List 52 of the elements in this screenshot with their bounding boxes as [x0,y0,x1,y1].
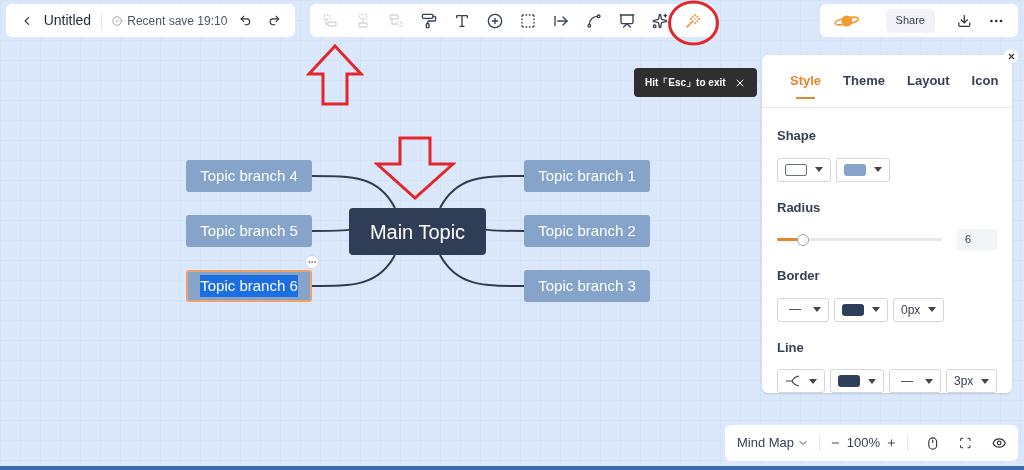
style-dropdown[interactable] [777,297,829,322]
section-title: Shape [777,127,817,145]
panel-tab[interactable]: Icon [971,63,999,99]
redo-icon[interactable] [268,13,281,28]
arrow-up-annotation [306,44,364,106]
saved-check-icon [112,14,123,27]
style-dropdown[interactable] [777,157,831,182]
radius-value-field[interactable]: 6 [957,229,997,250]
style-dropdown[interactable] [777,369,825,393]
color-dropdown[interactable] [830,369,884,393]
caret-icon [872,307,880,312]
style-dropdown[interactable] [889,369,941,393]
slider-track[interactable] [777,233,942,246]
save-status: Recent save 19:10 [127,12,228,30]
zoom-in-icon[interactable] [886,437,897,449]
color-dropdown[interactable] [834,297,888,322]
more-options-icon[interactable] [305,255,319,269]
caret-icon [874,167,882,172]
mouse-icon[interactable] [925,435,940,451]
download-icon[interactable] [956,12,972,29]
caret-icon [925,378,933,384]
caret-icon [813,307,821,312]
rectangle-shape-icon [785,163,807,176]
caret-icon [981,378,990,384]
fullscreen-icon[interactable] [959,436,972,450]
caret-icon [868,378,876,384]
caret-icon [809,378,817,384]
zoom-level: 100% [846,434,880,453]
solid-line-icon [901,380,913,382]
caret-icon [815,167,823,172]
undo-icon[interactable] [239,13,253,28]
exit-hint-tooltip: Hit「Esc」to exit [634,68,757,97]
solid-line-icon [789,309,801,310]
share-button[interactable]: Share [885,8,935,33]
panel-tab[interactable]: Theme [843,63,885,99]
section-title: Border [777,267,821,285]
section-title: Radius [777,198,822,217]
slider-thumb[interactable] [796,233,809,246]
size-dropdown[interactable]: 3px [946,369,998,393]
circle-annotation [667,0,720,46]
panel-tab[interactable]: Layout [907,63,950,99]
topic-node[interactable]: Topic branch 6 [186,270,312,302]
document-title[interactable]: Untitled [43,10,92,31]
eye-icon[interactable] [991,435,1006,451]
main-topic-node[interactable]: Main Topic [349,208,486,255]
close-icon[interactable] [1004,49,1018,63]
caret-icon [928,307,937,312]
view-mode-dropdown[interactable]: Mind Map [737,433,810,453]
section-title: Line [777,338,805,357]
size-dropdown[interactable]: 0px [893,297,945,322]
branch-line-icon [785,375,801,387]
color-dropdown[interactable] [836,157,890,182]
